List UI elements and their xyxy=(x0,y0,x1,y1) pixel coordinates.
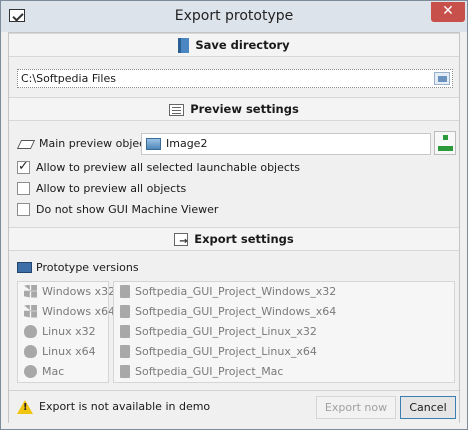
close-button[interactable]: ✕ xyxy=(431,2,465,22)
project-name: Softpedia_GUI_Project_Linux_x32 xyxy=(135,325,317,338)
list-item[interactable]: Softpedia_GUI_Project_Linux_x64 xyxy=(114,342,454,362)
prototype-versions-row: Prototype versions xyxy=(17,259,139,277)
project-name: Softpedia_GUI_Project_Linux_x64 xyxy=(135,345,317,358)
checkbox-preview-launchable[interactable] xyxy=(17,158,30,176)
main-preview-select[interactable]: Image2 xyxy=(141,133,431,155)
list-item[interactable]: Softpedia_GUI_Project_Windows_x32 xyxy=(114,282,454,302)
checkbox-row-preview-all[interactable]: Allow to preview all objects xyxy=(17,180,186,198)
export-settings-icon xyxy=(174,231,189,253)
project-file-icon xyxy=(120,284,130,298)
save-directory-header: Save directory xyxy=(9,33,459,57)
prototype-versions-label: Prototype versions xyxy=(36,261,139,274)
linux-icon xyxy=(24,324,37,338)
demo-warning-text: Export is not available in demo xyxy=(39,400,211,413)
checkbox-row-preview-launchable[interactable]: Allow to preview all selected launchable… xyxy=(17,158,300,177)
cancel-button[interactable]: Cancel xyxy=(400,396,456,419)
project-name: Softpedia_GUI_Project_Windows_x32 xyxy=(135,285,337,298)
project-file-icon xyxy=(120,344,130,358)
main-preview-value: Image2 xyxy=(166,137,208,150)
save-directory-input[interactable]: C:\Softpedia Files xyxy=(17,69,453,88)
export-settings-header: Export settings xyxy=(9,227,459,253)
project-name: Softpedia_GUI_Project_Windows_x64 xyxy=(135,305,337,318)
warning-icon xyxy=(17,400,33,414)
window-title: Export prototype xyxy=(174,8,294,24)
book-icon xyxy=(178,38,190,53)
linux-icon xyxy=(24,344,37,358)
project-name: Softpedia_GUI_Project_Mac xyxy=(135,365,284,378)
list-item[interactable]: Mac xyxy=(18,362,108,382)
platform-label: Linux x32 xyxy=(42,325,96,338)
preview-settings-icon xyxy=(169,103,185,116)
checkbox-label: Allow to preview all selected launchable… xyxy=(36,161,300,174)
checkbox-hide-viewer[interactable] xyxy=(17,202,30,216)
project-list[interactable]: Softpedia_GUI_Project_Windows_x32 Softpe… xyxy=(113,281,455,383)
project-file-icon xyxy=(120,364,130,378)
save-directory-path: C:\Softpedia Files xyxy=(21,72,116,85)
export-now-button[interactable]: Export now xyxy=(316,396,396,419)
platform-label: Windows x32 xyxy=(42,285,116,298)
list-item[interactable]: Linux x32 xyxy=(18,322,108,342)
list-item[interactable]: Softpedia_GUI_Project_Windows_x64 xyxy=(114,302,454,322)
save-directory-title: Save directory xyxy=(195,38,290,52)
dialog-body: Save directory C:\Softpedia Files Previe… xyxy=(8,32,460,423)
title-bar[interactable]: Export prototype ✕ xyxy=(1,1,467,32)
list-item[interactable]: Windows x32 xyxy=(18,282,115,302)
list-item[interactable]: Softpedia_GUI_Project_Linux_x32 xyxy=(114,322,454,342)
platform-list[interactable]: Windows x32 Windows x64 Linux x32 Linux … xyxy=(17,281,115,383)
platform-label: Windows x64 xyxy=(42,305,116,318)
eraser-icon xyxy=(16,139,36,149)
windows-icon xyxy=(24,304,37,318)
preview-settings-header: Preview settings xyxy=(9,97,459,121)
checkbox-row-hide-viewer[interactable]: Do not show GUI Machine Viewer xyxy=(17,201,218,219)
main-preview-label: Main preview object: xyxy=(39,137,154,150)
dialog-footer: Export is not available in demo Export n… xyxy=(9,390,459,423)
checkbox-preview-all[interactable] xyxy=(17,181,30,195)
checkbox-label: Do not show GUI Machine Viewer xyxy=(36,203,219,216)
platform-label: Linux x64 xyxy=(42,345,96,358)
project-file-icon xyxy=(120,304,130,318)
list-item[interactable]: Windows x64 xyxy=(18,302,115,322)
preview-settings-title: Preview settings xyxy=(190,102,299,116)
main-preview-row: Main preview object: xyxy=(16,135,154,153)
export-prototype-window: Export prototype ✕ Save directory C:\Sof… xyxy=(0,0,468,430)
apple-icon xyxy=(24,364,37,378)
monitor-icon xyxy=(17,261,32,273)
list-item[interactable]: Softpedia_GUI_Project_Mac xyxy=(114,362,454,382)
image-icon xyxy=(146,138,161,150)
object-tree-button[interactable] xyxy=(434,131,456,155)
browse-folder-button[interactable] xyxy=(434,72,450,85)
export-settings-title: Export settings xyxy=(194,232,294,246)
checkbox-label: Allow to preview all objects xyxy=(36,182,187,195)
project-file-icon xyxy=(120,324,130,338)
windows-icon xyxy=(24,284,37,298)
list-item[interactable]: Linux x64 xyxy=(18,342,108,362)
platform-label: Mac xyxy=(42,365,65,378)
